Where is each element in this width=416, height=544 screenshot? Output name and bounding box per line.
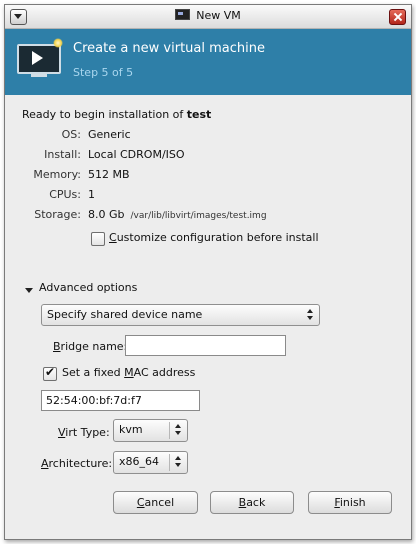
- ready-heading: Ready to begin installation of test: [22, 108, 212, 121]
- bridge-name-label: Bridge name:: [53, 340, 128, 353]
- select-arrows-icon: [175, 423, 183, 437]
- expander-icon[interactable]: [25, 288, 33, 293]
- network-source-select[interactable]: Specify shared device name: [41, 304, 320, 326]
- bridge-name-input[interactable]: [125, 335, 286, 356]
- close-icon[interactable]: [389, 9, 406, 25]
- storage-label: Storage:: [34, 208, 81, 221]
- install-label: Install:: [44, 148, 81, 161]
- customize-checkbox[interactable]: [91, 232, 105, 246]
- cancel-button[interactable]: Cancel: [113, 491, 198, 514]
- select-arrows-icon: [175, 455, 183, 469]
- back-button[interactable]: Back: [210, 491, 294, 514]
- virtual-machine-monitor-icon: [17, 38, 63, 77]
- os-value: Generic: [88, 128, 131, 141]
- fixed-mac-label[interactable]: Set a fixed MAC address: [62, 366, 195, 379]
- mac-address-input[interactable]: 52:54:00:bf:7d:f7: [41, 390, 200, 411]
- advanced-options-expander[interactable]: Advanced options: [39, 281, 137, 294]
- header-banner: Create a new virtual machine Step 5 of 5: [5, 29, 411, 95]
- new-vm-window: New VM Create a new virtual machine Step…: [4, 4, 412, 540]
- install-value: Local CDROM/ISO: [88, 148, 185, 161]
- cpus-value: 1: [88, 188, 95, 201]
- virt-type-label: Virt Type:: [58, 426, 110, 439]
- memory-value: 512 MB: [88, 168, 130, 181]
- architecture-label: Architecture:: [41, 457, 113, 470]
- customize-label[interactable]: Customize configuration before install: [109, 231, 319, 244]
- architecture-select[interactable]: x86_64: [113, 451, 188, 474]
- title-bar: New VM: [5, 5, 411, 29]
- storage-path: /var/lib/libvirt/images/test.img: [130, 211, 267, 221]
- step-indicator: Step 5 of 5: [73, 66, 134, 79]
- finish-button[interactable]: Finish: [308, 491, 392, 514]
- memory-label: Memory:: [33, 168, 81, 181]
- banner-title: Create a new virtual machine: [73, 41, 265, 56]
- cpus-label: CPUs:: [49, 188, 81, 201]
- os-label: OS:: [61, 128, 81, 141]
- vm-icon: [175, 9, 191, 20]
- select-arrows-icon: [307, 308, 315, 322]
- virt-type-select[interactable]: kvm: [113, 419, 188, 442]
- vm-name: test: [186, 108, 212, 121]
- window-title: New VM: [5, 9, 411, 22]
- fixed-mac-checkbox[interactable]: [43, 365, 57, 381]
- storage-value: 8.0 Gb/var/lib/libvirt/images/test.img: [88, 208, 267, 221]
